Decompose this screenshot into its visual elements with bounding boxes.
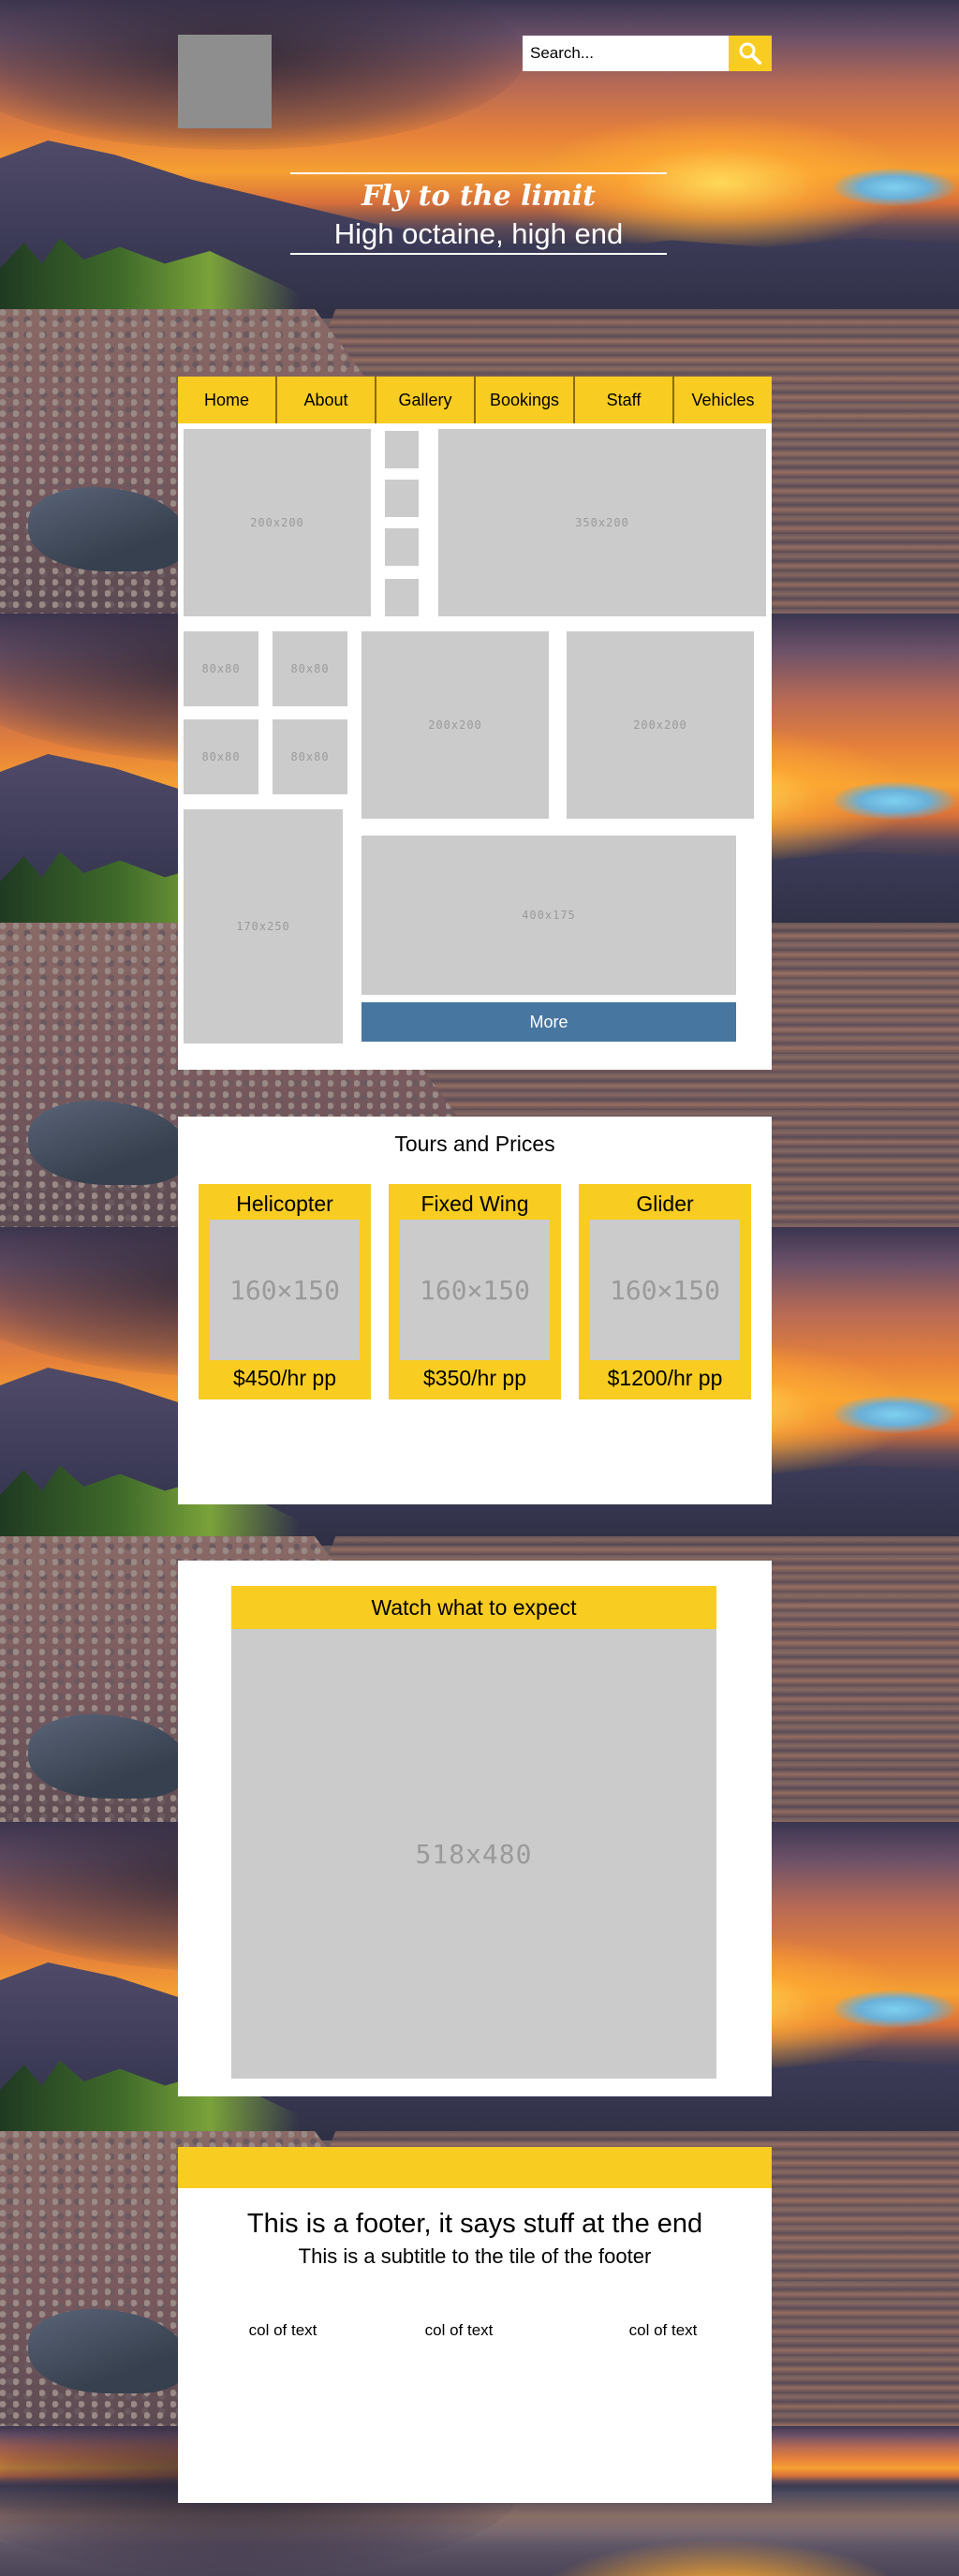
gallery-image[interactable]: 200x200 xyxy=(567,631,754,819)
main-nav: Home About Gallery Bookings Staff Vehicl… xyxy=(178,377,772,423)
gallery-image[interactable]: 400x175 xyxy=(361,836,736,995)
footer-bar xyxy=(178,2147,772,2188)
footer-title: This is a footer, it says stuff at the e… xyxy=(246,2209,703,2239)
tours-title: Tours and Prices xyxy=(394,1132,555,1156)
gallery-image[interactable]: 200x200 xyxy=(361,631,549,819)
search-icon xyxy=(739,42,761,65)
hero-title: Fly to the limit xyxy=(361,180,596,213)
footer-column: col of text xyxy=(424,2321,494,2339)
search-input[interactable] xyxy=(523,36,729,71)
footer-column: col of text xyxy=(248,2321,317,2339)
hero-divider-bottom xyxy=(290,253,667,255)
search-bar xyxy=(523,36,772,71)
tour-card-glider[interactable]: Glider 160×150 $1200/hr pp xyxy=(579,1184,751,1399)
gallery-image[interactable]: 80x80 xyxy=(184,719,258,794)
more-button[interactable]: More xyxy=(361,1002,736,1042)
nav-item-vehicles[interactable]: Vehicles xyxy=(674,377,772,423)
nav-item-gallery[interactable]: Gallery xyxy=(376,377,476,423)
gallery-image[interactable]: 200x200 xyxy=(184,429,371,616)
gallery-thumbnail[interactable] xyxy=(385,480,419,517)
nav-item-home[interactable]: Home xyxy=(178,377,277,423)
gallery-thumbnail[interactable] xyxy=(385,431,419,468)
logo-placeholder[interactable] xyxy=(178,35,272,128)
gallery-image[interactable]: 350x200 xyxy=(438,429,766,616)
gallery-image[interactable]: 80x80 xyxy=(184,631,258,706)
tour-image: 160×150 xyxy=(210,1220,360,1360)
search-button[interactable] xyxy=(729,36,772,71)
gallery-thumbnail[interactable] xyxy=(385,579,419,616)
tour-name: Fixed Wing xyxy=(420,1192,529,1216)
footer-subtitle: This is a subtitle to the tile of the fo… xyxy=(298,2244,652,2268)
video-player[interactable]: 518x480 xyxy=(231,1629,716,2079)
tour-price: $450/hr pp xyxy=(233,1366,336,1390)
hero-subtitle: High octaine, high end xyxy=(333,217,624,250)
tour-card-fixed-wing[interactable]: Fixed Wing 160×150 $350/hr pp xyxy=(389,1184,561,1399)
nav-item-about[interactable]: About xyxy=(277,377,376,423)
tour-price: $350/hr pp xyxy=(423,1366,526,1390)
gallery-image[interactable]: 80x80 xyxy=(273,719,347,794)
tour-image: 160×150 xyxy=(400,1220,550,1360)
tour-name: Helicopter xyxy=(236,1192,333,1216)
gallery-image[interactable]: 170x250 xyxy=(184,809,343,1044)
gallery-panel: 200x200 350x200 80x80 80x80 80x80 80x80 … xyxy=(178,423,772,1070)
tour-image: 160×150 xyxy=(590,1220,740,1360)
nav-item-staff[interactable]: Staff xyxy=(575,377,674,423)
tour-price: $1200/hr pp xyxy=(607,1366,723,1390)
tour-card-helicopter[interactable]: Helicopter 160×150 $450/hr pp xyxy=(199,1184,371,1399)
tour-name: Glider xyxy=(636,1192,694,1216)
footer-column: col of text xyxy=(628,2321,698,2339)
nav-item-bookings[interactable]: Bookings xyxy=(476,377,575,423)
hero-divider-top xyxy=(290,172,667,174)
video-title: Watch what to expect xyxy=(231,1586,716,1629)
hero-banner: Fly to the limit High octaine, high end xyxy=(290,172,667,255)
gallery-thumbnail[interactable] xyxy=(385,528,419,566)
gallery-image[interactable]: 80x80 xyxy=(273,631,347,706)
